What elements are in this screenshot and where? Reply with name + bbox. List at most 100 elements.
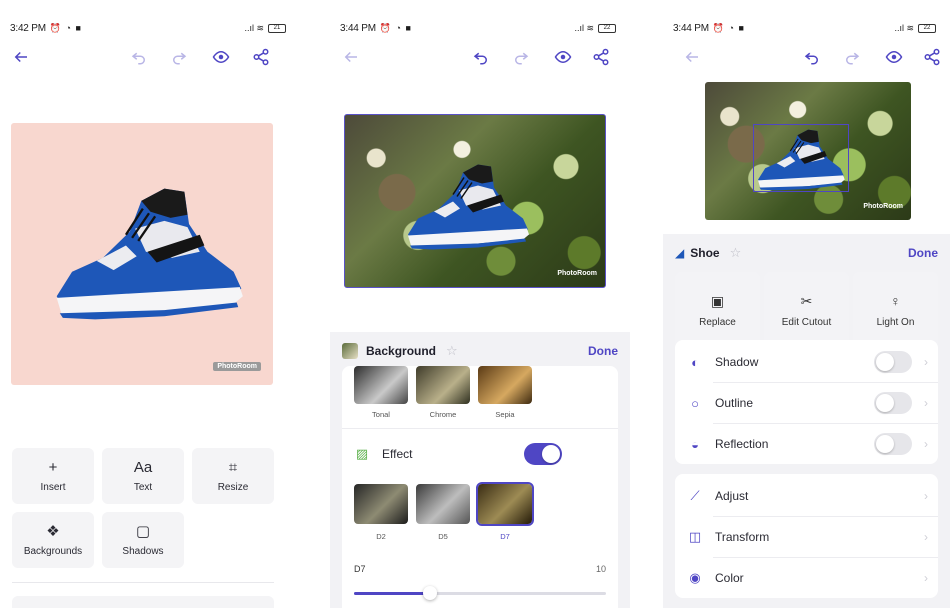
sheet-title: Background	[366, 344, 437, 358]
battery-icon: 22	[598, 23, 616, 33]
background-sheet: Background ☆ Done Tonal Chrome Sepia ▨ E…	[330, 332, 630, 608]
preview-eye-icon[interactable]	[208, 44, 234, 70]
actions-row: ▣ Replace ✂ Edit Cutout ♀ Light On	[675, 272, 938, 348]
filter-chrome-thumb[interactable]	[416, 366, 470, 404]
canvas-image[interactable]: PhotoRoom	[705, 82, 911, 220]
screen-home-editor: 3:42 PM ⏰ ◔ ■ ..ıl ≋ 21 PhotoRoom + Inse…	[0, 0, 300, 608]
sheet-header: Background ☆ Done	[342, 336, 618, 366]
shadow-icon: ◐	[691, 354, 699, 370]
preview-eye-icon[interactable]	[881, 44, 907, 70]
effects-card: Tonal Chrome Sepia ▨ Effect D2 D5 D7 D7 …	[342, 366, 618, 608]
backgrounds-label: Backgrounds	[23, 545, 83, 557]
divider	[342, 428, 618, 429]
redo-icon[interactable]	[839, 44, 865, 70]
shoe-image[interactable]	[753, 126, 849, 194]
signal-wifi-icon: ..ıl ≋	[894, 22, 914, 33]
reflection-label: Reflection	[715, 437, 769, 451]
text-button[interactable]: Aa Text	[102, 448, 184, 504]
done-button[interactable]: Done	[588, 344, 618, 358]
status-time: 3:44 PM	[340, 22, 376, 34]
effect-label: Effect	[382, 447, 413, 461]
redo-icon[interactable]	[508, 44, 534, 70]
replace-label: Replace	[699, 316, 736, 328]
redo-icon[interactable]	[166, 44, 192, 70]
canvas-image[interactable]: PhotoRoom	[344, 114, 606, 288]
screen-background-effect: 3:44 PM ⏰ ◔ ■ ..ıl ≋ 22 PhotoRoom Backgr…	[330, 0, 630, 608]
undo-icon[interactable]	[799, 44, 825, 70]
outline-toggle[interactable]	[874, 392, 912, 414]
plus-icon: +	[48, 458, 58, 476]
text-label: Text	[133, 481, 153, 493]
canvas-image[interactable]: PhotoRoom	[11, 123, 273, 385]
undo-icon[interactable]	[126, 44, 152, 70]
shadows-button[interactable]: ▢ Shadows	[102, 512, 184, 568]
effect-d7-thumb[interactable]	[476, 482, 534, 526]
shoe-image[interactable]	[403, 159, 533, 255]
edit-cutout-button[interactable]: ✂ Edit Cutout	[764, 272, 849, 348]
shoe-layer-icon: ◢	[675, 246, 685, 260]
share-icon[interactable]	[919, 44, 945, 70]
filter-sepia-thumb[interactable]	[478, 366, 532, 404]
sheet-title: Shoe	[690, 246, 720, 260]
color-palette-icon: ◉	[689, 570, 701, 585]
adjust-icon: ⟋	[690, 488, 700, 503]
replace-image-icon: ▣	[710, 292, 725, 309]
transform-row[interactable]: ◫ Transform ›	[675, 517, 938, 557]
chevron-right-icon: ›	[924, 489, 928, 503]
effect-d5-thumb[interactable]	[416, 484, 470, 524]
adjust-label: Adjust	[715, 489, 749, 503]
share-icon[interactable]	[248, 44, 274, 70]
reflection-toggle[interactable]	[874, 433, 912, 455]
insert-button[interactable]: + Insert	[12, 448, 94, 504]
filter-tonal-label: Tonal	[372, 410, 390, 419]
light-on-label: Light On	[876, 316, 915, 328]
back-arrow-icon[interactable]	[338, 44, 364, 70]
slider-label: D7	[354, 564, 366, 574]
status-time: 3:42 PM	[10, 22, 46, 34]
divider	[12, 582, 274, 583]
battery-icon: 22	[918, 23, 936, 33]
chevron-right-icon: ›	[924, 355, 928, 369]
effect-d2-thumb[interactable]	[354, 484, 408, 524]
undo-icon[interactable]	[468, 44, 494, 70]
share-icon[interactable]	[588, 44, 614, 70]
intensity-slider[interactable]	[354, 586, 606, 600]
lightbulb-icon: ♀	[890, 292, 901, 309]
shoe-image[interactable]	[49, 179, 249, 329]
effect-d7-label: D7	[500, 532, 510, 541]
editor-toolbar	[671, 44, 942, 70]
shadows-label: Shadows	[122, 545, 164, 557]
effect-d5-label: D5	[438, 532, 448, 541]
favorite-star-icon[interactable]: ☆	[730, 245, 742, 261]
edit-cutout-label: Edit Cutout	[781, 316, 832, 328]
backgrounds-button[interactable]: ❖ Backgrounds	[12, 512, 94, 568]
slider-knob[interactable]	[422, 586, 437, 600]
resize-button[interactable]: ⌗ Resize	[192, 448, 274, 504]
slider-fill	[354, 592, 430, 595]
replace-button[interactable]: ▣ Replace	[675, 272, 760, 348]
resize-label: Resize	[217, 481, 249, 493]
back-arrow-icon[interactable]	[8, 44, 34, 70]
color-row[interactable]: ◉ Color ›	[675, 558, 938, 598]
filter-tonal-thumb[interactable]	[354, 366, 408, 404]
outline-icon: ○	[691, 395, 699, 411]
outline-label: Outline	[715, 396, 754, 410]
preview-eye-icon[interactable]	[550, 44, 576, 70]
battery-icon: 21	[268, 23, 286, 33]
effect-row[interactable]: ▨ Effect	[342, 434, 618, 474]
status-bar: 3:44 PM ⏰ ◔ ■ ..ıl ≋ 22	[673, 20, 936, 36]
light-on-button[interactable]: ♀ Light On	[853, 272, 938, 348]
adjust-row[interactable]: ⟋ Adjust ›	[675, 476, 938, 516]
effect-toggle[interactable]	[524, 443, 562, 465]
text-aa-icon: Aa	[133, 458, 153, 476]
favorite-star-icon[interactable]: ☆	[446, 343, 458, 359]
back-arrow-icon[interactable]	[679, 44, 705, 70]
layer-row-partial[interactable]	[12, 596, 274, 608]
shoe-sheet: ◢ Shoe ☆ Done ▣ Replace ✂ Edit Cutout ♀ …	[663, 234, 950, 608]
photoroom-watermark: PhotoRoom	[557, 270, 597, 277]
done-button[interactable]: Done	[908, 246, 938, 260]
editor-toolbar	[8, 44, 292, 70]
reflection-icon: ◒	[691, 436, 699, 452]
shadow-toggle[interactable]	[874, 351, 912, 373]
color-label: Color	[715, 571, 744, 585]
